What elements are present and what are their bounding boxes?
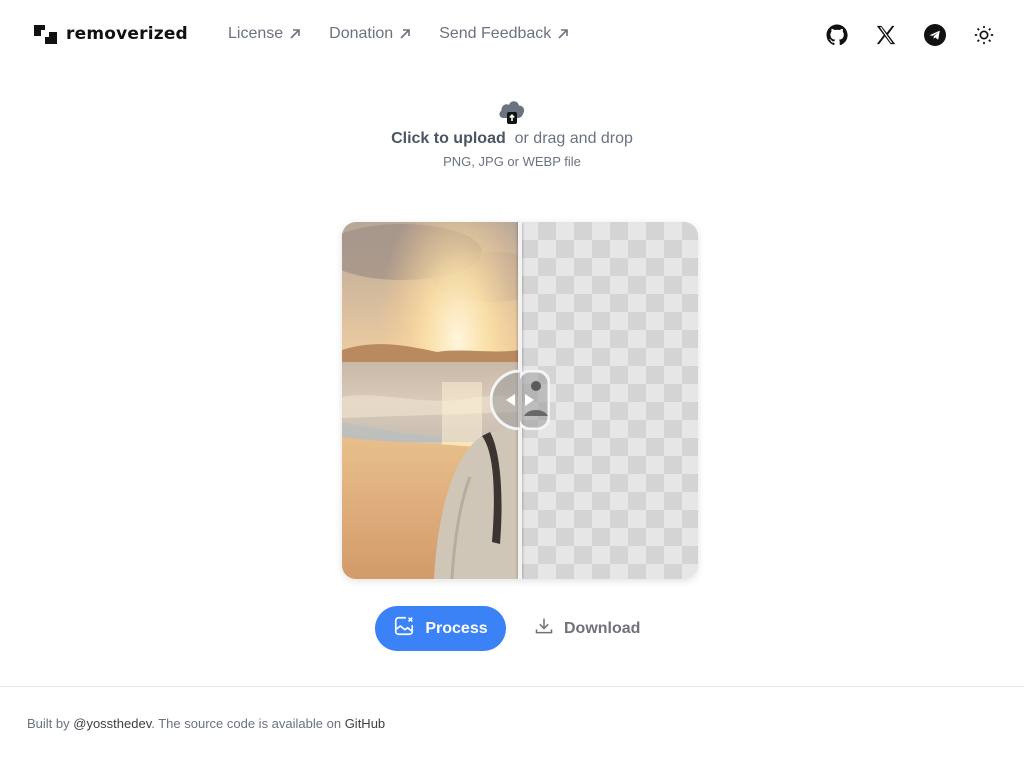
download-button[interactable]: Download bbox=[534, 606, 640, 651]
cloud-upload-icon bbox=[495, 94, 529, 128]
footer-credits: Built by @yossthedev. The source code is… bbox=[27, 716, 385, 731]
compare-handle-icon[interactable] bbox=[490, 370, 550, 430]
x-icon[interactable] bbox=[873, 22, 898, 47]
nav-license-label: License bbox=[228, 25, 284, 42]
social-links bbox=[824, 22, 996, 47]
nav-feedback-label: Send Feedback bbox=[439, 25, 552, 42]
upload-dragdrop-text: or drag and drop bbox=[514, 130, 633, 147]
telegram-icon[interactable] bbox=[922, 22, 947, 47]
nav-donation-label: Donation bbox=[329, 25, 394, 42]
footer-prefix: Built by bbox=[27, 716, 74, 731]
arrow-up-right-icon bbox=[400, 29, 411, 39]
action-bar: Process Download bbox=[375, 606, 640, 651]
footer-middle: . The source code is available on bbox=[151, 716, 345, 731]
sun-icon[interactable] bbox=[971, 22, 996, 47]
github-repo-link[interactable]: GitHub bbox=[345, 716, 385, 731]
upload-cta[interactable]: Click to upload bbox=[391, 130, 506, 147]
upload-dropzone[interactable]: Click to upload or drag and drop PNG, JP… bbox=[312, 90, 712, 180]
upload-filetypes: PNG, JPG or WEBP file bbox=[443, 154, 581, 169]
page-footer: Built by @yossthedev. The source code is… bbox=[0, 686, 1024, 758]
arrow-up-right-icon bbox=[290, 29, 300, 39]
download-label: Download bbox=[564, 619, 641, 637]
download-icon bbox=[534, 616, 554, 641]
brand-logo-icon bbox=[34, 22, 58, 46]
github-icon[interactable] bbox=[824, 22, 849, 47]
top-nav: License Donation Send Feedback bbox=[228, 25, 569, 43]
process-label: Process bbox=[425, 619, 488, 637]
brand-name: removerized bbox=[66, 24, 188, 44]
nav-feedback-link[interactable]: Send Feedback bbox=[439, 25, 569, 43]
brand[interactable]: removerized bbox=[34, 22, 188, 46]
nav-donation-link[interactable]: Donation bbox=[329, 25, 411, 43]
top-header: removerized License Donation Send Feedba… bbox=[0, 0, 1024, 70]
nav-license-link[interactable]: License bbox=[228, 25, 301, 43]
image-remove-icon bbox=[393, 615, 415, 642]
compare-viewer[interactable] bbox=[342, 222, 698, 579]
author-link[interactable]: @yossthedev bbox=[73, 716, 151, 731]
upload-instructions: Click to upload or drag and drop bbox=[312, 130, 712, 148]
arrow-up-right-icon bbox=[558, 29, 569, 39]
process-button[interactable]: Process bbox=[375, 606, 506, 651]
